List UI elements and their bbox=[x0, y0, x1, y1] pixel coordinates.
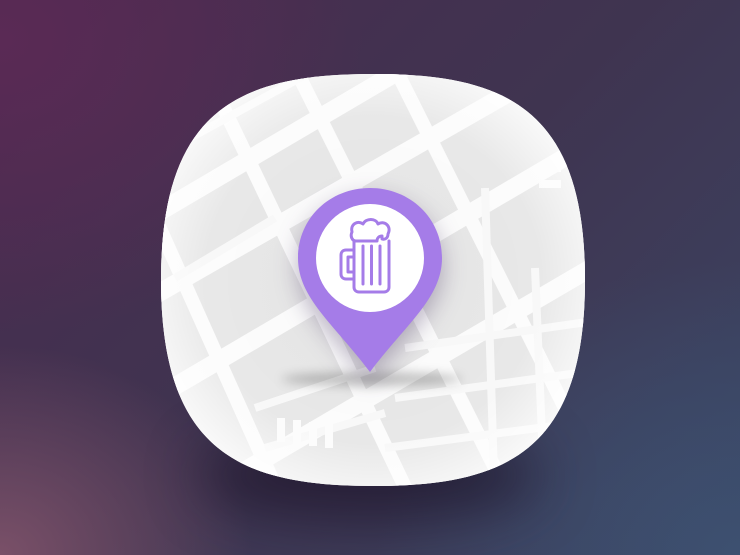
icon-scene bbox=[0, 0, 740, 555]
location-pin-icon[interactable] bbox=[296, 186, 444, 376]
